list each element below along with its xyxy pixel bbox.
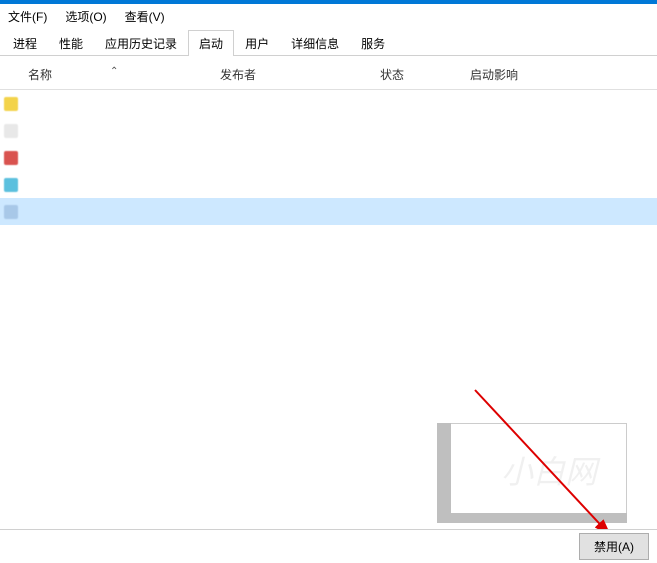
menu-file[interactable]: 文件(F) (8, 8, 47, 25)
column-header-impact[interactable]: 启动影响 (470, 66, 590, 83)
cell-status (380, 205, 470, 219)
tab-app-history[interactable]: 应用历史记录 (94, 30, 188, 56)
menu-options[interactable]: 选项(O) (65, 8, 106, 25)
menu-view[interactable]: 查看(V) (125, 8, 165, 25)
app-icon (0, 124, 22, 138)
cell-status (380, 97, 470, 111)
table-row[interactable] (0, 198, 657, 225)
cell-publisher (220, 97, 380, 111)
column-header-publisher[interactable]: 发布者 (220, 66, 380, 83)
tab-details[interactable]: 详细信息 (280, 30, 350, 56)
cell-impact (470, 151, 590, 165)
cell-publisher (220, 205, 380, 219)
tab-users[interactable]: 用户 (234, 30, 280, 56)
app-icon (0, 97, 22, 111)
tab-processes[interactable]: 进程 (2, 30, 48, 56)
tab-startup[interactable]: 启动 (188, 30, 234, 56)
cell-publisher (220, 178, 380, 192)
column-header-name[interactable]: 名称 ⌃ (0, 66, 220, 83)
cell-impact (470, 205, 590, 219)
sort-ascending-icon: ⌃ (110, 66, 118, 77)
watermark-bottom (437, 513, 627, 523)
cell-impact (470, 124, 590, 138)
cell-name (22, 178, 220, 192)
app-icon (0, 151, 22, 165)
cell-impact (470, 97, 590, 111)
cell-name (22, 124, 220, 138)
cell-name (22, 205, 220, 219)
column-header-status[interactable]: 状态 (380, 66, 470, 83)
app-icon (0, 205, 22, 219)
cell-name (22, 97, 220, 111)
tab-services[interactable]: 服务 (350, 30, 396, 56)
table-row[interactable] (0, 144, 657, 171)
cell-publisher (220, 124, 380, 138)
table-row[interactable] (0, 117, 657, 144)
cell-publisher (220, 151, 380, 165)
column-name-label: 名称 (28, 68, 52, 82)
footer-bar: 禁用(A) (0, 529, 657, 563)
cell-impact (470, 178, 590, 192)
app-icon (0, 178, 22, 192)
watermark-text: 小白网 (501, 447, 597, 493)
watermark-side (437, 423, 451, 523)
menu-bar: 文件(F) 选项(O) 查看(V) (0, 4, 657, 29)
tab-performance[interactable]: 性能 (48, 30, 94, 56)
startup-list (0, 90, 657, 225)
table-row[interactable] (0, 171, 657, 198)
cell-name (22, 151, 220, 165)
column-headers: 名称 ⌃ 发布者 状态 启动影响 (0, 56, 657, 90)
cell-status (380, 124, 470, 138)
cell-status (380, 151, 470, 165)
disable-button[interactable]: 禁用(A) (579, 533, 649, 560)
tab-bar: 进程 性能 应用历史记录 启动 用户 详细信息 服务 (0, 29, 657, 56)
cell-status (380, 178, 470, 192)
table-row[interactable] (0, 90, 657, 117)
